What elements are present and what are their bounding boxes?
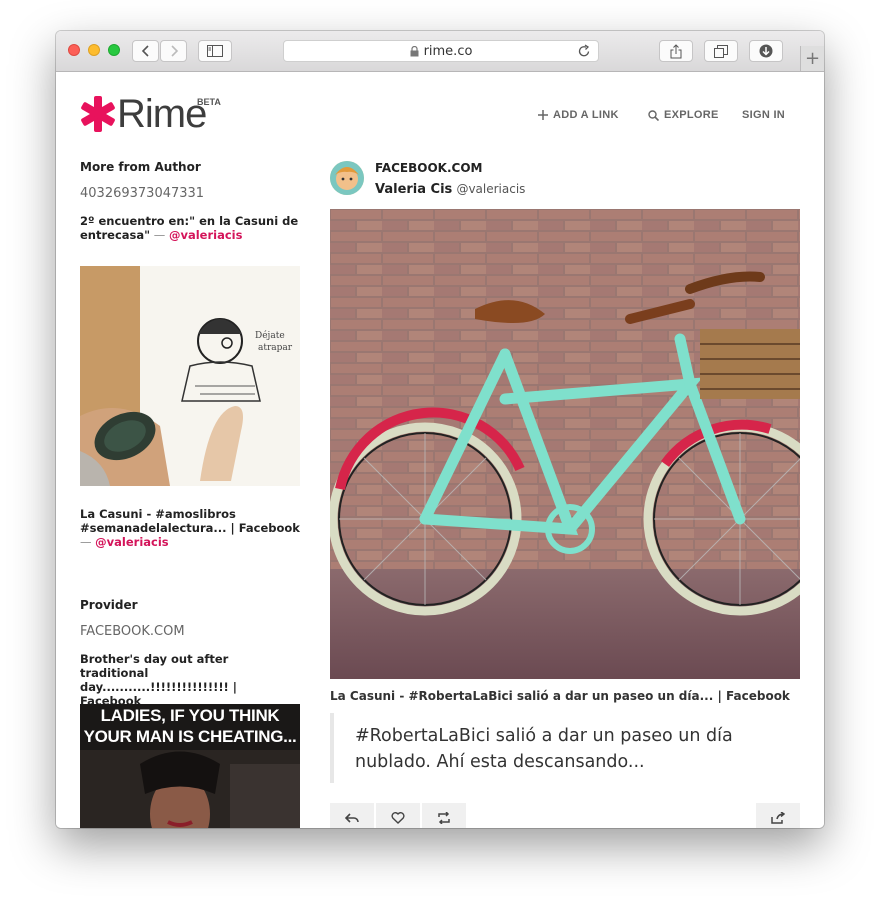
sidebar-item-1[interactable]: 2º encuentro en:" en la Casuni de entrec…	[80, 214, 300, 242]
address-bar[interactable]: rime.co	[283, 40, 599, 62]
add-link-label: ADD A LINK	[553, 109, 619, 121]
provider-name[interactable]: FACEBOOK.COM	[80, 624, 300, 639]
explore-label: EXPLORE	[664, 109, 719, 121]
tabs-overview-button[interactable]	[704, 40, 738, 62]
explore-nav[interactable]: EXPLORE	[648, 109, 719, 121]
sidebar-item-2-title[interactable]: La Casuni - #amoslibros #semanadelalectu…	[80, 507, 300, 535]
plus-icon	[538, 110, 548, 120]
sidebar-thumbnail-1[interactable]: Déjate atrapar	[80, 266, 300, 486]
heart-icon	[391, 812, 405, 824]
author-avatar[interactable]	[330, 161, 364, 195]
title-bar: rime.co +	[56, 31, 824, 72]
lock-icon	[410, 45, 419, 56]
post-author-handle[interactable]: @valeriacis	[456, 182, 525, 196]
sidebar-item-3[interactable]: Brother's day out after traditional day.…	[80, 652, 300, 708]
new-tab-button[interactable]: +	[800, 46, 824, 71]
sign-in-nav[interactable]: SIGN IN	[742, 109, 785, 121]
forward-button[interactable]	[160, 40, 187, 62]
tabs-icon	[714, 44, 728, 58]
reload-icon[interactable]	[578, 44, 591, 58]
post-author[interactable]: Valeria Cis @valeriacis	[375, 182, 525, 197]
share-icon	[670, 43, 682, 58]
svg-text:atrapar: atrapar	[258, 343, 293, 353]
sidebar-icon	[207, 45, 223, 57]
sidebar-toggle-button[interactable]	[198, 40, 232, 62]
asterisk-logo-icon	[81, 96, 115, 132]
separator-dash: —	[150, 228, 169, 242]
book-illustration-image: Déjate atrapar	[80, 266, 300, 486]
post-source[interactable]: FACEBOOK.COM	[375, 161, 482, 175]
beta-badge: BETA	[197, 97, 221, 107]
sidebar-item-2[interactable]: La Casuni - #amoslibros #semanadelalectu…	[80, 507, 300, 549]
bicycle-photo	[330, 209, 800, 679]
sidebar-item-3-title[interactable]: Brother's day out after traditional day.…	[80, 652, 237, 708]
url-text: rime.co	[423, 43, 473, 59]
post-author-name[interactable]: Valeria Cis	[375, 182, 452, 197]
page-content: Rime BETA ADD A LINK EXPLORE SIGN IN Mor…	[56, 72, 824, 828]
browser-window: rime.co + Rime BETA ADD A LINK EXPLORE S…	[56, 31, 824, 828]
repost-button[interactable]	[422, 803, 466, 828]
reply-icon	[345, 813, 359, 823]
close-window-button[interactable]	[68, 44, 80, 56]
reply-button[interactable]	[330, 803, 374, 828]
separator-dash: —	[80, 535, 96, 549]
share-post-button[interactable]	[756, 803, 800, 828]
site-logo[interactable]: Rime BETA	[80, 92, 221, 136]
search-icon	[648, 109, 659, 121]
logo-wordmark: Rime	[117, 92, 207, 136]
post-caption[interactable]: La Casuni - #RobertaLaBici salió a dar u…	[330, 689, 790, 703]
more-from-author-heading: More from Author	[80, 160, 201, 174]
back-button[interactable]	[132, 40, 159, 62]
author-id[interactable]: 403269373047331	[80, 186, 300, 201]
add-link-nav[interactable]: ADD A LINK	[538, 109, 619, 121]
sign-in-label: SIGN IN	[742, 109, 786, 121]
zoom-window-button[interactable]	[108, 44, 120, 56]
provider-heading: Provider	[80, 598, 138, 612]
avatar-image	[330, 161, 364, 195]
svg-text:Déjate: Déjate	[255, 330, 285, 341]
sidebar-item-2-author[interactable]: @valeriacis	[95, 535, 168, 549]
downloads-button[interactable]	[749, 40, 783, 62]
like-button[interactable]	[376, 803, 420, 828]
post-image[interactable]	[330, 209, 800, 679]
chevron-right-icon	[170, 45, 178, 57]
post-quote: #RobertaLaBici salió a dar un paseo un d…	[330, 713, 800, 783]
share-icon	[771, 812, 785, 824]
chevron-left-icon	[141, 45, 149, 57]
share-page-button[interactable]	[659, 40, 693, 62]
sidebar-item-1-author[interactable]: @valeriacis	[169, 228, 242, 242]
meme-caption: LADIES, IF YOU THINK YOUR MAN IS CHEATIN…	[83, 706, 297, 746]
download-icon	[759, 44, 773, 58]
minimize-window-button[interactable]	[88, 44, 100, 56]
repost-icon	[438, 812, 450, 824]
sidebar-thumbnail-2[interactable]: LADIES, IF YOU THINK YOUR MAN IS CHEATIN…	[80, 704, 300, 828]
